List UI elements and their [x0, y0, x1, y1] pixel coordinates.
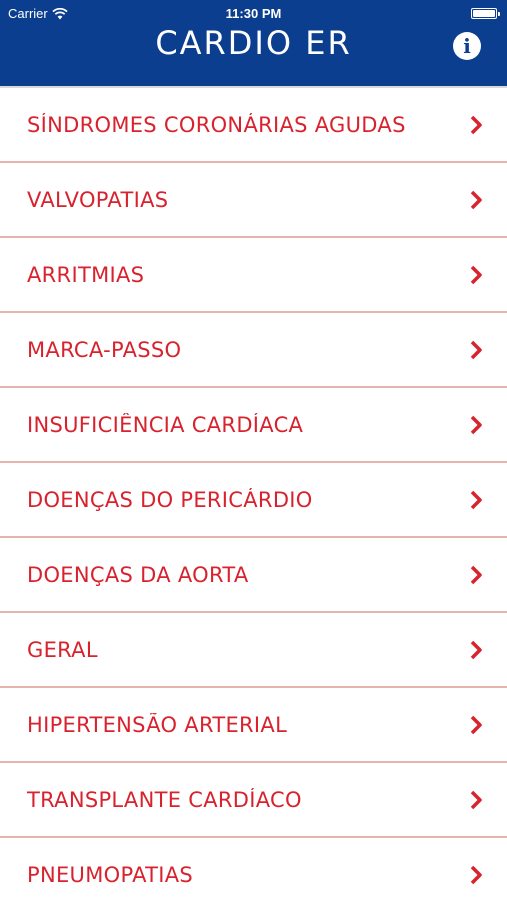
chevron-right-icon — [470, 715, 482, 734]
topic-list: SÍNDROMES CORONÁRIAS AGUDAS VALVOPATIAS … — [0, 88, 507, 900]
chevron-right-icon — [470, 565, 482, 584]
list-item[interactable]: VALVOPATIAS — [0, 163, 507, 238]
battery-icon — [471, 8, 500, 19]
chevron-right-icon — [470, 265, 482, 284]
list-item[interactable]: DOENÇAS DA AORTA — [0, 538, 507, 613]
list-item[interactable]: PNEUMOPATIAS — [0, 838, 507, 900]
list-item[interactable]: GERAL — [0, 613, 507, 688]
chevron-right-icon — [470, 340, 482, 359]
chevron-right-icon — [470, 865, 482, 884]
status-bar: Carrier 11:30 PM — [0, 0, 507, 26]
list-item[interactable]: DOENÇAS DO PERICÁRDIO — [0, 463, 507, 538]
chevron-right-icon — [470, 790, 482, 809]
list-item[interactable]: HIPERTENSÃO ARTERIAL — [0, 688, 507, 763]
list-item-label: SÍNDROMES CORONÁRIAS AGUDAS — [27, 112, 406, 137]
list-item-label: GERAL — [27, 637, 98, 662]
battery-level — [473, 10, 495, 17]
chevron-right-icon — [470, 115, 482, 134]
list-item-label: PNEUMOPATIAS — [27, 862, 194, 887]
page-title: CARDIO ER — [155, 24, 352, 62]
list-item-label: TRANSPLANTE CARDÍACO — [27, 787, 302, 812]
list-item-label: DOENÇAS DA AORTA — [27, 562, 249, 587]
list-item[interactable]: TRANSPLANTE CARDÍACO — [0, 763, 507, 838]
chevron-right-icon — [470, 415, 482, 434]
chevron-right-icon — [470, 490, 482, 509]
list-item[interactable]: SÍNDROMES CORONÁRIAS AGUDAS — [0, 88, 507, 163]
list-item-label: HIPERTENSÃO ARTERIAL — [27, 712, 288, 737]
list-item[interactable]: INSUFICIÊNCIA CARDÍACA — [0, 388, 507, 463]
list-item[interactable]: MARCA-PASSO — [0, 313, 507, 388]
clock: 11:30 PM — [225, 6, 282, 21]
chevron-right-icon — [470, 190, 482, 209]
info-icon[interactable]: i — [453, 32, 481, 60]
list-item-label: VALVOPATIAS — [27, 187, 169, 212]
list-item-label: INSUFICIÊNCIA CARDÍACA — [27, 412, 304, 437]
info-glyph: i — [463, 34, 471, 58]
chevron-right-icon — [470, 640, 482, 659]
list-item[interactable]: ARRITMIAS — [0, 238, 507, 313]
nav-bar: Carrier 11:30 PM CARDIO ER i — [0, 0, 507, 88]
list-item-label: MARCA-PASSO — [27, 337, 182, 362]
list-item-label: ARRITMIAS — [27, 262, 145, 287]
list-item-label: DOENÇAS DO PERICÁRDIO — [27, 487, 313, 512]
